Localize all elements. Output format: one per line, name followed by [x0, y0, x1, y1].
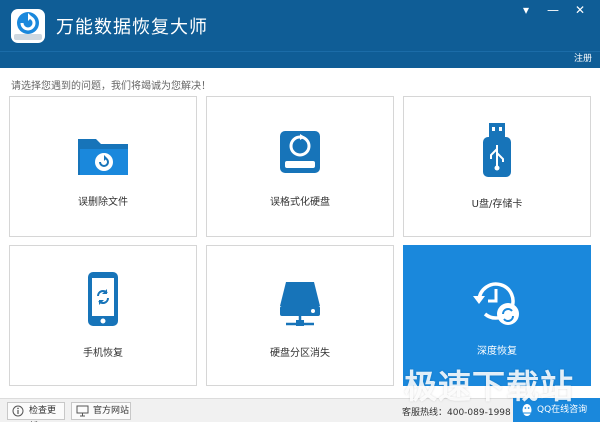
- tile-label: 误删除文件: [78, 197, 128, 208]
- monitor-icon: [76, 405, 89, 417]
- sub-bar: [0, 51, 600, 68]
- hard-drive-restore-icon: [280, 131, 320, 173]
- check-update-button[interactable]: 检查更新: [7, 402, 65, 420]
- app-title: 万能数据恢复大师: [56, 17, 208, 38]
- official-site-button[interactable]: 官方网站: [71, 402, 131, 420]
- tile-label: 硬盘分区消失: [270, 348, 330, 359]
- usb-drive-icon: [483, 123, 511, 177]
- official-site-label: 官方网站: [93, 406, 130, 416]
- disk-partition-icon: [280, 282, 320, 326]
- minimize-button[interactable]: —: [543, 2, 563, 18]
- close-button[interactable]: ✕: [570, 2, 590, 18]
- watermark-text: 极速下载站: [404, 367, 574, 406]
- phone-restore-icon: [88, 272, 118, 326]
- tile-label: U盘/存储卡: [471, 199, 523, 210]
- prompt-text: 请选择您遇到的问题，我们将竭诚为您解决！: [11, 81, 211, 92]
- register-link[interactable]: 注册: [574, 53, 592, 65]
- check-update-label: 检查更新: [29, 406, 57, 416]
- tile-label: 误格式化硬盘: [270, 197, 330, 208]
- info-icon: [12, 405, 24, 417]
- folder-restore-icon: [78, 139, 128, 175]
- tile-usb-card[interactable]: U盘/存储卡: [403, 96, 591, 237]
- tile-label: 深度恢复: [477, 346, 517, 357]
- tile-formatted-disk[interactable]: 误格式化硬盘: [206, 96, 394, 237]
- app-logo-icon: [11, 9, 45, 43]
- tile-deleted-files[interactable]: 误删除文件: [9, 96, 197, 237]
- tile-label: 手机恢复: [83, 348, 123, 359]
- tile-partition-lost[interactable]: 硬盘分区消失: [206, 245, 394, 386]
- menu-button[interactable]: ▾: [516, 2, 536, 18]
- tile-phone-recovery[interactable]: 手机恢复: [9, 245, 197, 386]
- deep-restore-clock-icon: [473, 282, 519, 325]
